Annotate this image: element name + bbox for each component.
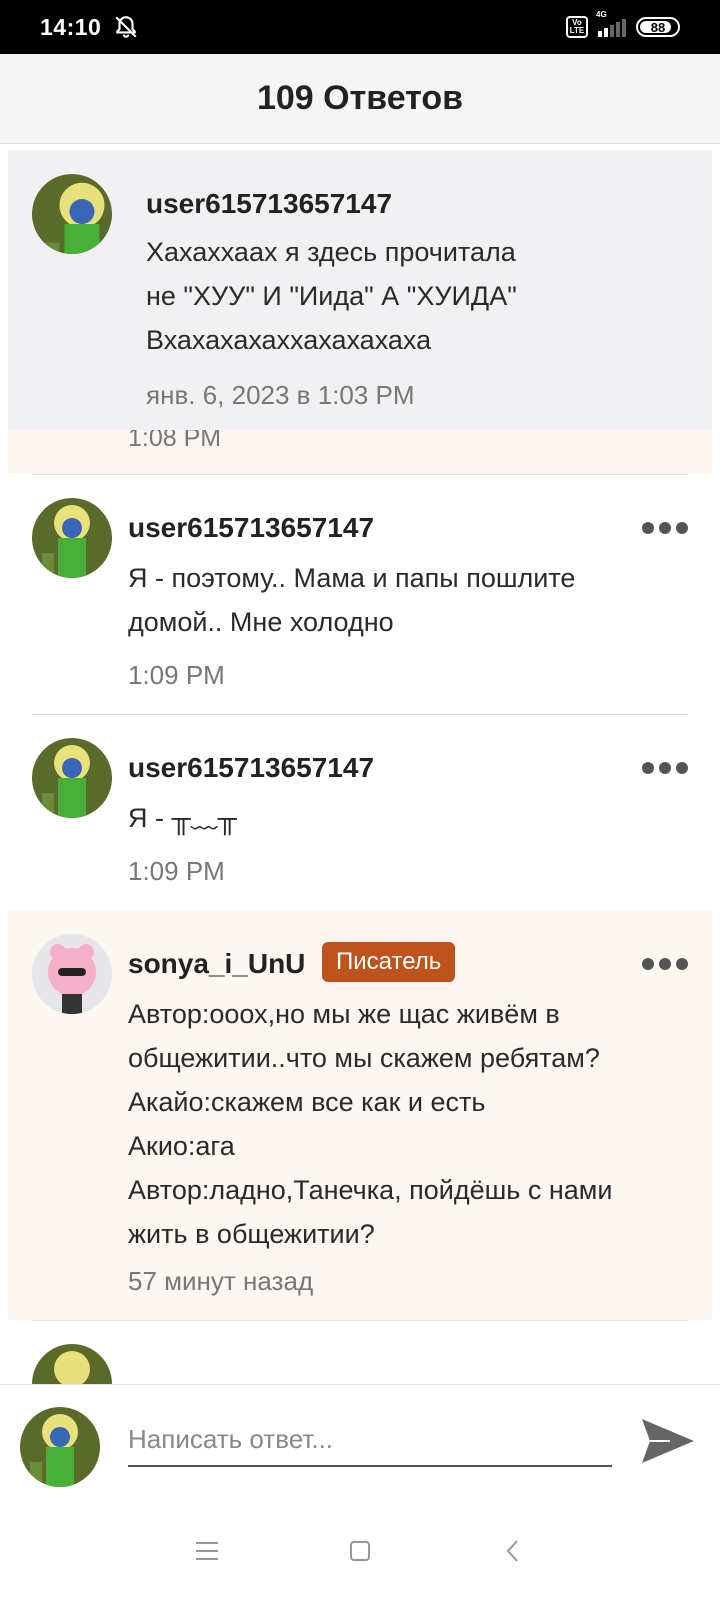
highlighted-comment[interactable]: user615713657147 Хахаххаах я здесь прочи…	[8, 150, 712, 430]
avatar[interactable]	[32, 1344, 112, 1384]
send-icon[interactable]	[640, 1415, 696, 1467]
current-user-avatar[interactable]	[20, 1407, 100, 1487]
battery-icon: 88	[636, 17, 680, 37]
comment[interactable]: user615713657147 Я - ╥﹏╥ 1:09 PM	[0, 714, 720, 910]
menu-icon	[195, 1542, 218, 1560]
avatar[interactable]	[32, 738, 112, 818]
divider	[32, 1320, 688, 1321]
username[interactable]: user615713657147	[128, 512, 374, 544]
comment-text: Я - поэтому.. Мама и папы пошлите домой.…	[128, 563, 576, 637]
home-nav-button[interactable]	[340, 1531, 380, 1571]
status-bar: 14:10 Vo LTE 4G 88	[0, 0, 720, 54]
more-options-icon[interactable]	[642, 522, 688, 536]
back-nav-button[interactable]	[493, 1531, 533, 1571]
bell-off-icon	[115, 16, 137, 38]
comment[interactable]: user615713657147 Я - поэтому.. Мама и па…	[0, 474, 720, 714]
comment-time: 1:09 PM	[128, 660, 225, 690]
avatar[interactable]	[32, 174, 112, 254]
reply-input[interactable]	[128, 1413, 612, 1467]
volte-icon: Vo LTE	[566, 16, 588, 38]
comment-text: Хахаххаах я здесь прочитала не "ХУУ" И "…	[146, 237, 517, 355]
network-label: 4G	[596, 10, 607, 19]
author-comment[interactable]: sonya_i_UnU Писатель Автор:ооох,но мы же…	[8, 910, 712, 1320]
menu-nav-button[interactable]	[187, 1531, 227, 1571]
reply-composer	[0, 1384, 720, 1502]
comment-time: янв. 6, 2023 в 1:03 PM	[146, 380, 415, 410]
comment-time: 1:08 PM	[128, 430, 222, 452]
status-time: 14:10	[40, 13, 102, 40]
avatar[interactable]	[32, 934, 112, 1014]
system-nav-bar	[0, 1502, 720, 1600]
writer-badge: Писатель	[322, 942, 456, 982]
comment-time: 1:09 PM	[128, 856, 225, 886]
comment-text: Автор:ооох,но мы же щас живём в общежити…	[128, 999, 613, 1249]
more-options-icon[interactable]	[642, 958, 688, 972]
battery-level: 88	[650, 19, 666, 35]
signal-icon: 4G	[596, 10, 626, 37]
username[interactable]: user615713657147	[128, 752, 374, 784]
username[interactable]: sonya_i_UnU	[128, 948, 305, 980]
username[interactable]: user615713657147	[146, 188, 392, 220]
chevron-left-icon	[506, 1540, 519, 1562]
more-options-icon[interactable]	[642, 762, 688, 776]
comment-time: 57 минут назад	[128, 1266, 314, 1296]
partial-comment: 1:08 PM	[8, 430, 712, 474]
square-icon	[349, 1541, 370, 1561]
page-title: 109 Ответов	[256, 79, 464, 117]
avatar[interactable]	[32, 498, 112, 578]
comment-text: Я - ╥﹏╥	[128, 803, 237, 833]
comment-list[interactable]: 1:08 PM user615713657147 Хахаххаах я зде…	[0, 144, 720, 1384]
header: 109 Ответов	[0, 54, 720, 144]
